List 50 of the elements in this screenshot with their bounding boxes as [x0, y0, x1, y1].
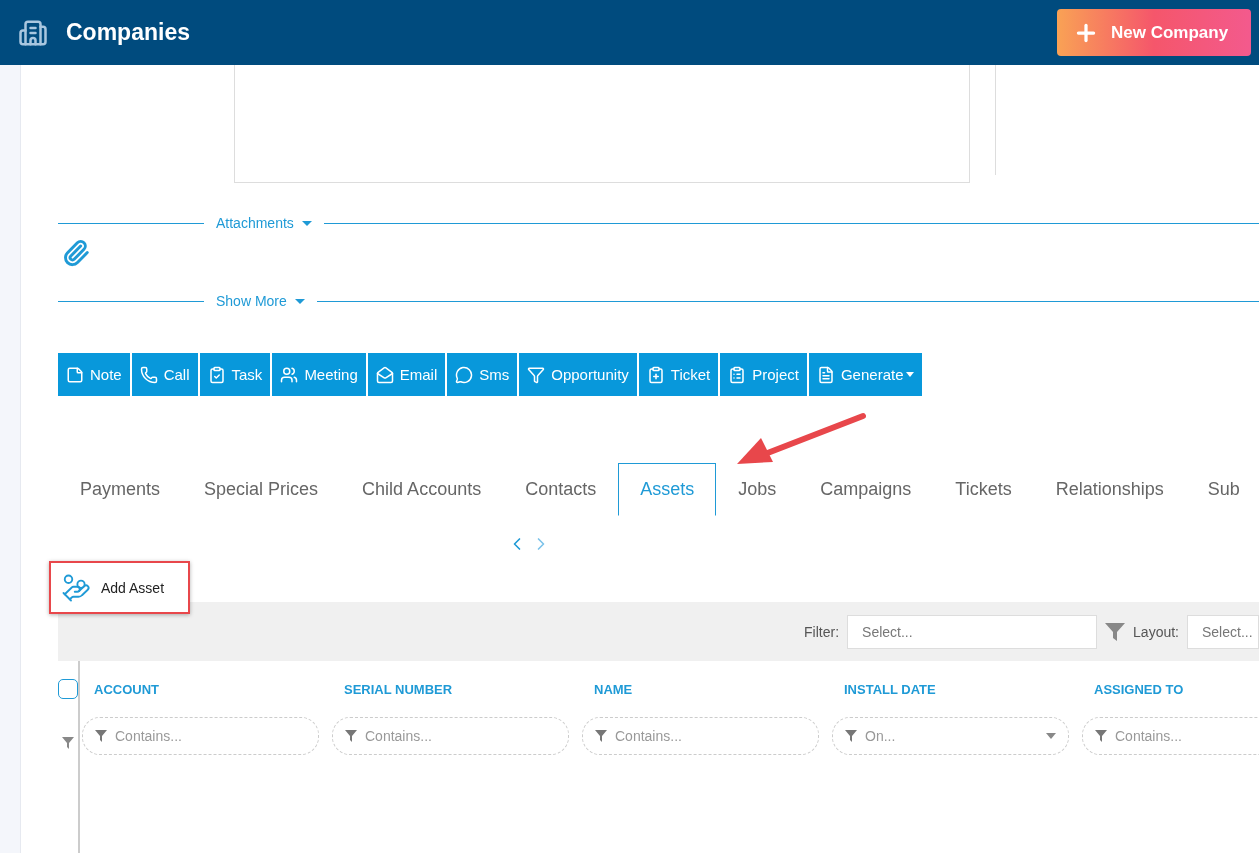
- action-button[interactable]: Email: [367, 353, 446, 396]
- column-filter-field[interactable]: Contains...: [332, 717, 569, 755]
- filter-icon: [527, 365, 546, 384]
- add-asset-button[interactable]: Add Asset: [49, 561, 190, 614]
- clipboard-plus-icon: [646, 365, 665, 384]
- page-title: Companies: [66, 19, 191, 46]
- action-button[interactable]: Opportunity: [519, 353, 637, 396]
- action-button[interactable]: Call: [131, 353, 198, 396]
- action-button[interactable]: Sms: [447, 353, 518, 396]
- filter-icon: [1095, 730, 1107, 742]
- column-filter-field[interactable]: Contains...: [582, 717, 819, 755]
- chat-bubble-icon: [455, 365, 474, 384]
- action-button[interactable]: Task: [199, 353, 271, 396]
- phone-icon: [139, 365, 158, 384]
- filter-icon: [595, 730, 607, 742]
- column-filter-field[interactable]: On...: [832, 717, 1069, 755]
- note-icon: [66, 365, 84, 384]
- filter-icon: [95, 730, 107, 742]
- column-filter-field[interactable]: Contains...: [82, 717, 319, 755]
- column-header[interactable]: NAME: [582, 661, 819, 717]
- layout-select[interactable]: Select...: [1187, 614, 1259, 649]
- clipboard-check-icon: [207, 365, 226, 384]
- action-button[interactable]: Ticket: [638, 353, 719, 396]
- caret-icon[interactable]: [1046, 733, 1056, 739]
- envelope-icon: [375, 365, 394, 384]
- column-header[interactable]: ACCOUNT: [82, 661, 319, 717]
- section-toggle[interactable]: Show More: [216, 293, 305, 309]
- filter-icon[interactable]: [1105, 621, 1126, 642]
- action-button[interactable]: Project: [720, 353, 807, 396]
- action-button[interactable]: Note: [58, 353, 130, 396]
- paperclip-icon[interactable]: [62, 239, 90, 267]
- action-button[interactable]: Generate: [808, 353, 922, 396]
- action-button[interactable]: Meeting: [272, 353, 366, 396]
- new-company-button[interactable]: New Company: [1057, 9, 1251, 56]
- column-filter-field[interactable]: Contains...: [1082, 717, 1259, 755]
- select-all-checkbox[interactable]: [58, 679, 78, 699]
- filter-icon: [845, 730, 857, 742]
- layout-label: Layout:: [1133, 623, 1179, 640]
- filter-icon: [62, 737, 74, 749]
- document-icon: [816, 365, 835, 384]
- filter-icon: [345, 730, 357, 742]
- column-header[interactable]: INSTALL DATE: [832, 661, 1069, 717]
- tab[interactable]: Assets: [618, 463, 717, 516]
- filter-label: Filter:: [804, 623, 840, 640]
- column-header[interactable]: ASSIGNED TO: [1082, 661, 1259, 717]
- users-icon: [280, 365, 299, 384]
- clipboard-list-icon: [728, 365, 747, 384]
- section-toggle[interactable]: Attachments: [216, 215, 312, 231]
- column-header[interactable]: SERIAL NUMBER: [332, 661, 569, 717]
- filter-select[interactable]: Select...: [847, 614, 1098, 649]
